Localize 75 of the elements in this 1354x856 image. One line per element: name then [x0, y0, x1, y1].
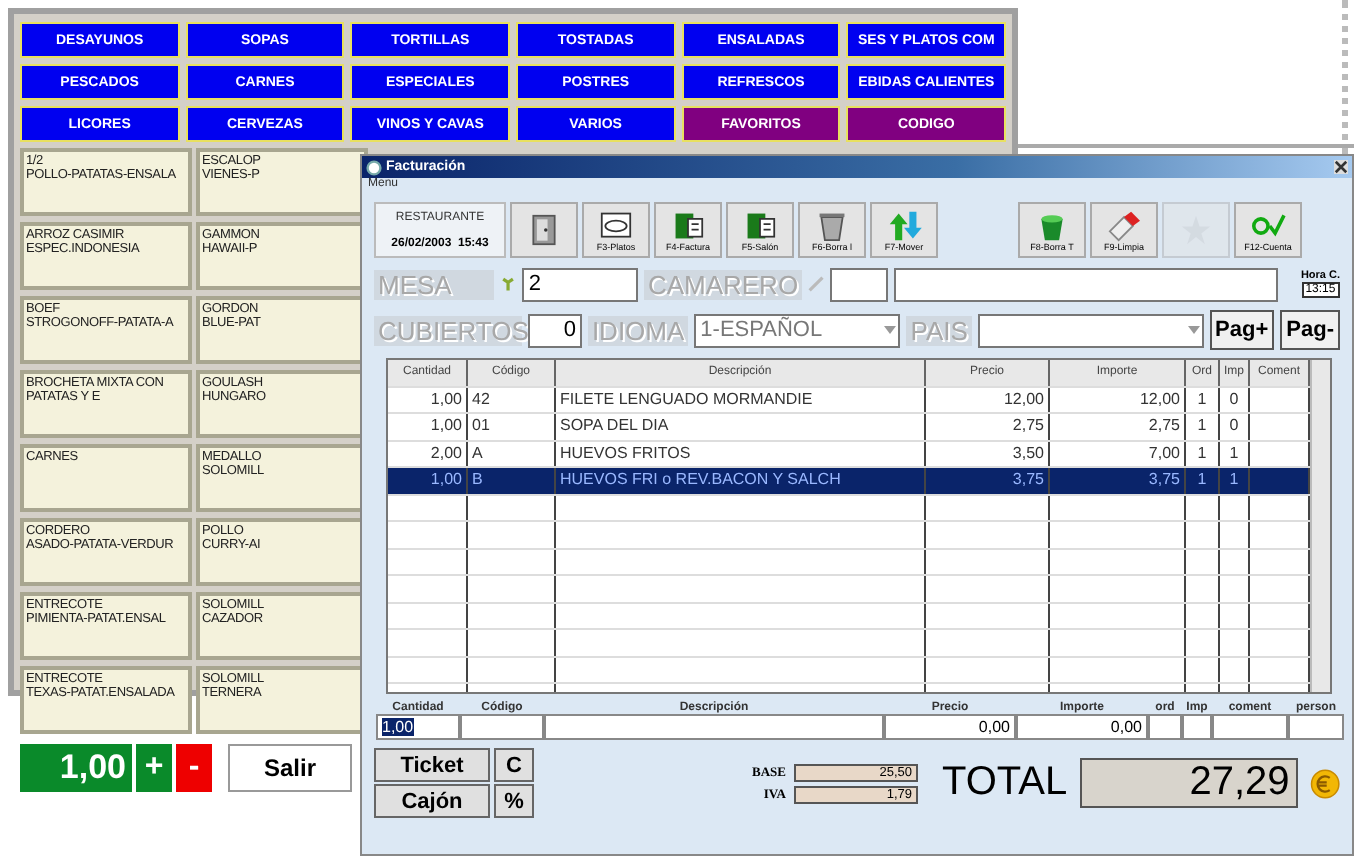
minus-button[interactable]: - — [176, 744, 212, 792]
check-icon — [1248, 209, 1288, 241]
table-cell: 1,00 — [388, 414, 468, 439]
table-cell: 3,75 — [1050, 468, 1186, 493]
table-cell: 3,75 — [926, 468, 1050, 493]
description-field[interactable] — [544, 714, 884, 740]
covers-field[interactable]: 0 — [528, 313, 582, 347]
order-field[interactable] — [1148, 714, 1182, 740]
eraser-icon — [1104, 209, 1144, 241]
waiter-field[interactable] — [830, 267, 888, 301]
table-cell: A — [468, 441, 556, 466]
quantity-field[interactable]: 1,00 — [376, 714, 460, 740]
plus-button[interactable]: + — [136, 744, 172, 792]
table-cell: 0 — [1220, 414, 1250, 439]
print-field[interactable] — [1182, 714, 1212, 740]
table-row[interactable]: 1,00 42 FILETE LENGUADO MORMANDIE 12,00 12,00 1 0 — [388, 387, 1310, 414]
table-cell: 1 — [1186, 468, 1220, 493]
table-cell: 2,75 — [926, 414, 1050, 439]
table-cell: 1 — [1186, 414, 1220, 439]
table-cell: 0 — [1220, 387, 1250, 412]
language-label: IDIOMA — [587, 315, 689, 345]
notes-field[interactable] — [893, 267, 1279, 301]
table-cell: 01 — [468, 414, 556, 439]
table-cell: 1 — [1220, 468, 1250, 493]
table-cell: B — [468, 468, 556, 493]
table-cell: FILETE LENGUADO MORMANDIE — [556, 387, 926, 412]
table-cell: HUEVOS FRITOS — [556, 441, 926, 466]
table-cell: HUEVOS FRI o REV.BACON Y SALCH — [556, 468, 926, 493]
percent-button[interactable]: % — [494, 784, 534, 818]
table-cell: 2,00 — [388, 441, 468, 466]
table-cell: 1 — [1220, 441, 1250, 466]
table-row[interactable]: 1,00 01 SOPA DEL DIA 2,75 2,75 1 0 — [388, 414, 1310, 441]
country-label: PAIS — [906, 315, 972, 345]
person-field[interactable] — [1288, 714, 1344, 740]
plate-icon — [596, 209, 636, 241]
pin-icon — [500, 274, 517, 294]
code-field[interactable] — [460, 714, 544, 740]
page-up-button[interactable]: Pag+ — [1209, 310, 1275, 350]
waiter-label: CAMARERO — [643, 269, 803, 299]
table-cell: 1,00 — [388, 387, 468, 412]
price-field[interactable]: 0,00 — [884, 714, 1016, 740]
table-cell: 1 — [1186, 441, 1220, 466]
comment-field[interactable] — [1212, 714, 1288, 740]
clear-button[interactable]: C — [494, 748, 534, 782]
amount-field[interactable]: 0,00 — [1016, 714, 1148, 740]
caret-icon — [1187, 325, 1200, 333]
quantity-display: 1,00 — [20, 744, 132, 792]
page-down-button[interactable]: Pag- — [1280, 310, 1340, 350]
app-icon — [366, 159, 382, 175]
total-value: 27,29 — [1079, 758, 1298, 808]
total-label: TOTAL — [942, 760, 1068, 806]
table-cell: 2,75 — [1050, 414, 1186, 439]
scrollbar[interactable] — [1310, 360, 1330, 692]
table-cell: 1 — [1186, 387, 1220, 412]
pencil-icon — [808, 274, 825, 294]
table-cell: 12,00 — [1050, 387, 1186, 412]
table-cell: SOPA DEL DIA — [556, 414, 926, 439]
exit-button[interactable]: Salir — [228, 744, 352, 792]
table-cell: 3,50 — [926, 441, 1050, 466]
language-dropdown[interactable]: 1-ESPAÑOL — [694, 313, 901, 347]
toolbar-button[interactable] — [510, 202, 578, 258]
table-row[interactable]: 1,00 B HUEVOS FRI o REV.BACON Y SALCH 3,75 3,75 1 1 — [388, 468, 1310, 495]
coin-icon — [1309, 765, 1340, 801]
table-cell: 42 — [468, 387, 556, 412]
caret-icon — [884, 325, 897, 333]
drawer-button[interactable]: Cajón — [374, 784, 490, 818]
ticket-button[interactable]: Ticket — [374, 748, 490, 782]
arrows-icon — [884, 209, 924, 241]
country-dropdown[interactable] — [977, 313, 1204, 347]
table-cell: 12,00 — [926, 387, 1050, 412]
table-cell: 1,00 — [388, 468, 468, 493]
table-field[interactable]: 2 — [522, 267, 638, 301]
close-icon[interactable] — [1334, 160, 1348, 174]
table-label: MESA — [374, 269, 495, 299]
table-cell: 7,00 — [1050, 441, 1186, 466]
